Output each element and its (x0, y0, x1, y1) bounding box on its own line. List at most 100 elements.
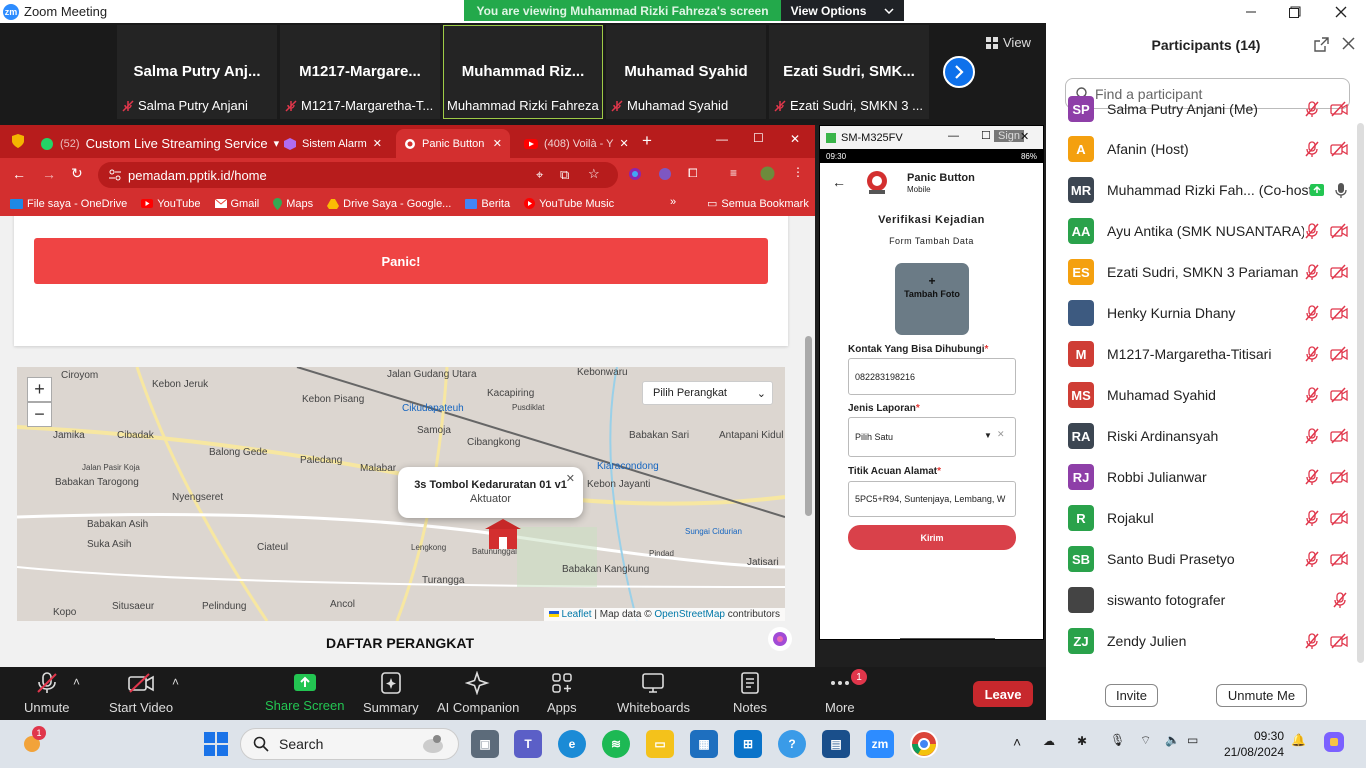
unmute-button[interactable]: Unmute (24, 671, 70, 715)
chrome-icon[interactable] (910, 730, 938, 758)
teams-icon[interactable]: T (514, 730, 542, 758)
notes-button[interactable]: Notes (733, 671, 767, 715)
video-tile[interactable]: Muhamad Syahid Muhamad Syahid (606, 25, 766, 119)
close-button[interactable] (1318, 0, 1364, 23)
apps-button[interactable]: Apps (547, 671, 577, 715)
view-options-button[interactable]: View Options (781, 0, 904, 21)
submit-button[interactable]: Kirim (848, 525, 1016, 550)
close-icon[interactable]: ✕ (1020, 130, 1029, 143)
participant-row[interactable]: A Afanin (Host) (1068, 130, 1348, 168)
volume-icon[interactable]: 🔈 (1165, 733, 1180, 747)
zoom-out-button[interactable]: − (27, 402, 52, 427)
menu-icon[interactable]: ⋮ (792, 165, 804, 179)
chevron-double-right-icon[interactable]: » (670, 196, 676, 208)
add-photo-button[interactable]: + Tambah Foto (895, 263, 969, 335)
participant-row[interactable]: R Rojakul (1068, 499, 1348, 537)
address-bar[interactable]: pemadam.pptik.id/home ⌖ ⧉ ☆ (98, 162, 618, 188)
video-tile-active[interactable]: Muhammad Riz... Muhammad Rizki Fahreza (443, 25, 603, 119)
clock[interactable]: 09:30 21/08/2024 (1210, 728, 1284, 760)
task-view-icon[interactable]: ▣ (471, 730, 499, 758)
bookmark-gmail[interactable]: Gmail (214, 198, 259, 210)
zoom-taskbar-icon[interactable]: zm (866, 730, 894, 758)
chevron-up-icon[interactable]: ˄ (172, 675, 179, 689)
start-video-button[interactable]: Start Video (109, 671, 173, 715)
view-button[interactable]: View (986, 35, 1031, 50)
ai-companion-button[interactable]: AI Companion (437, 671, 519, 715)
new-tab-icon[interactable]: + (642, 131, 652, 151)
bookmark-drive[interactable]: Drive Saya - Google... (327, 198, 451, 210)
site-settings-icon[interactable] (108, 168, 122, 182)
participant-row[interactable]: SB Santo Budi Prasetyo (1068, 540, 1348, 578)
extension-icon[interactable] (658, 167, 672, 181)
security-icon[interactable]: ✱ (1077, 734, 1087, 748)
participant-row[interactable]: RA Riski Ardinansyah (1068, 417, 1348, 455)
bookmark-maps[interactable]: Maps (273, 197, 313, 210)
close-icon[interactable]: ✕ (790, 132, 800, 146)
whiteboards-button[interactable]: Whiteboards (617, 671, 690, 715)
osm-link[interactable]: OpenStreetMap (654, 609, 725, 620)
chevron-up-icon[interactable]: ˄ (1013, 734, 1021, 750)
clear-icon[interactable]: ✕ (997, 429, 1005, 440)
participant-row[interactable]: MR Muhammad Rizki Fah... (Co-host) (1068, 171, 1348, 209)
back-arrow-icon[interactable]: ← (832, 174, 846, 190)
participant-row[interactable]: ES Ezati Sudri, SMKN 3 Pariaman (1068, 253, 1348, 291)
tab-youtube[interactable]: (408) Voilà - Y ✕ (516, 129, 632, 158)
leave-button[interactable]: Leave (973, 681, 1033, 707)
invite-button[interactable]: Invite (1105, 684, 1158, 707)
notification-bell-icon[interactable]: 🔔 (1291, 733, 1306, 747)
address-field[interactable]: 5PC5+R94, Suntenjaya, Lembang, W (848, 481, 1016, 517)
edge-icon[interactable]: e (558, 730, 586, 758)
bookmark-star-icon[interactable]: ☆ (588, 166, 600, 182)
help-icon[interactable]: ? (778, 730, 806, 758)
unmute-me-button[interactable]: Unmute Me (1216, 684, 1307, 707)
panel-scrollbar[interactable] (1357, 123, 1364, 663)
app-icon[interactable]: ▤ (822, 730, 850, 758)
start-windows-icon[interactable] (204, 732, 228, 756)
tab-live-streaming[interactable]: (52) Custom Live Streaming Service ▾ (32, 129, 279, 158)
contact-field[interactable]: 082283198216 (848, 358, 1016, 395)
puzzle-icon[interactable]: ⧠ (688, 166, 698, 181)
video-tile[interactable]: Salma Putry Anj... Salma Putry Anjani (117, 25, 277, 119)
assistant-icon[interactable] (767, 626, 793, 652)
leaflet-link[interactable]: Leaflet (562, 609, 592, 620)
wifi-icon[interactable]: ⌔ (1140, 733, 1151, 748)
media-icon[interactable]: ≡ (730, 166, 737, 180)
video-tile[interactable]: Ezati Sudri, SMK... Ezati Sudri, SMKN 3 … (769, 25, 929, 119)
bookmark-berita[interactable]: Berita (465, 198, 510, 210)
bookmark-youtube[interactable]: YouTube (141, 198, 201, 210)
tab-panic-button[interactable]: Panic Button ✕ (396, 129, 510, 158)
map[interactable]: Ciroyom Kebon Jeruk Kebon Pisang Jalan G… (17, 367, 785, 621)
minimize-icon[interactable]: — (716, 132, 728, 146)
video-tile[interactable]: M1217-Margare... M1217-Margaretha-T... (280, 25, 440, 119)
chevron-up-icon[interactable]: ˄ (73, 675, 80, 689)
copilot-icon[interactable] (1322, 730, 1346, 754)
forward-icon[interactable]: → (42, 166, 56, 182)
close-icon[interactable]: ✕ (493, 137, 502, 150)
close-icon[interactable]: ✕ (566, 472, 575, 485)
maximize-button[interactable] (1272, 0, 1318, 23)
participant-row[interactable]: AA Ayu Antika (SMK NUSANTARA) (1068, 212, 1348, 250)
close-icon[interactable]: ✕ (620, 137, 629, 150)
bookmark-onedrive[interactable]: File saya - OneDrive (10, 198, 127, 210)
participant-row[interactable]: SP Salma Putry Anjani (Me) (1068, 90, 1348, 128)
taskbar-search[interactable]: Search (240, 728, 459, 760)
all-bookmarks[interactable]: ▭ Semua Bookmark (707, 197, 809, 211)
report-type-select[interactable]: Pilih Satu ▼ ✕ (848, 417, 1016, 457)
minimize-icon[interactable]: — (948, 130, 959, 142)
scroll-thumb[interactable] (805, 336, 812, 516)
participant-row[interactable]: MS Muhamad Syahid (1068, 376, 1348, 414)
next-page-button[interactable] (943, 56, 975, 88)
battery-icon[interactable]: ▭ (1187, 733, 1198, 747)
pop-out-icon[interactable] (1314, 37, 1329, 52)
tab-sistem-alarm[interactable]: Sistem Alarm ✕ (276, 129, 388, 158)
share-screen-button[interactable]: Share Screen (265, 671, 345, 713)
store-icon[interactable]: ⊞ (734, 730, 762, 758)
profile-avatar[interactable] (760, 166, 775, 181)
close-icon[interactable]: ✕ (373, 137, 382, 150)
calculator-icon[interactable]: ▦ (690, 730, 718, 758)
page-scrollbar[interactable] (803, 216, 813, 667)
shield-icon[interactable] (10, 133, 26, 149)
bookmark-youtube-music[interactable]: YouTube Music (524, 198, 614, 210)
microphone-icon[interactable]: 🎙 (1110, 733, 1125, 747)
file-explorer-icon[interactable]: ▭ (646, 730, 674, 758)
